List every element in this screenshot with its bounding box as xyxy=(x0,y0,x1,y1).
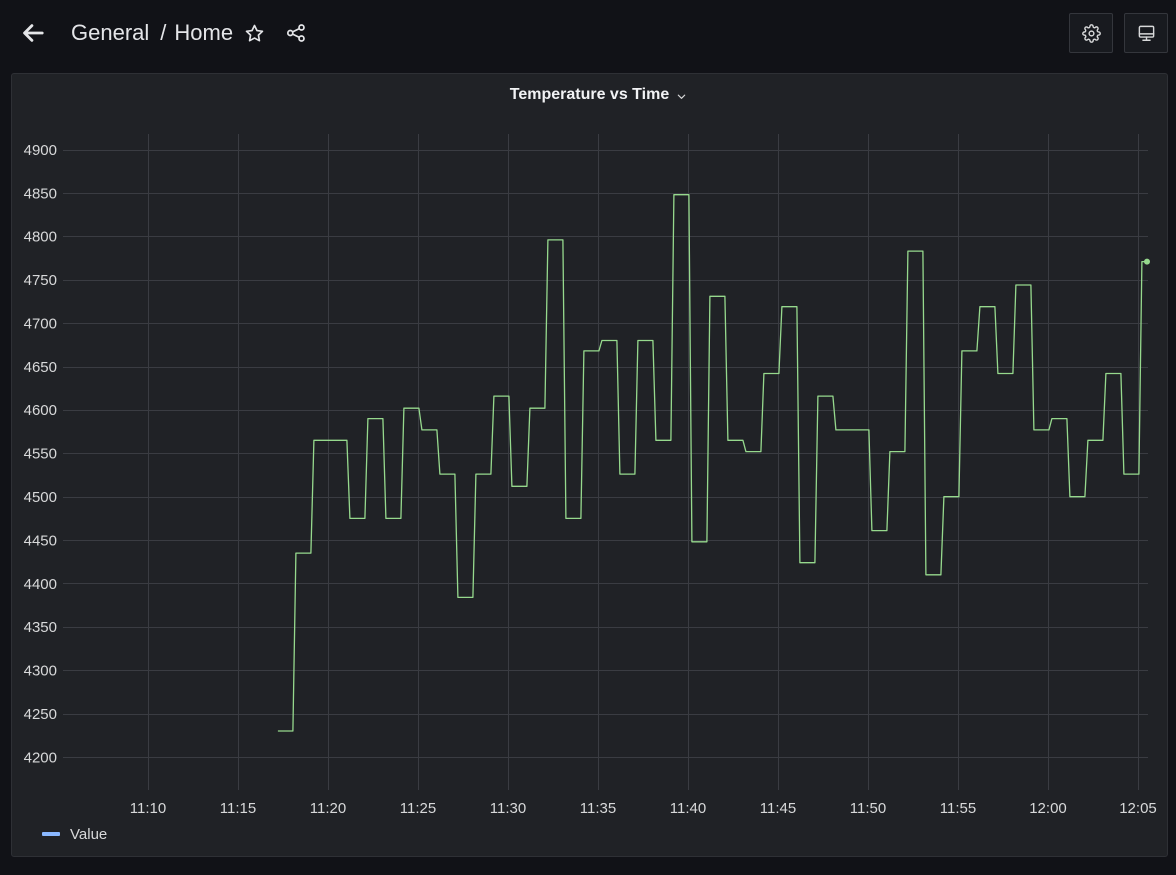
x-tick-label: 11:30 xyxy=(490,800,526,817)
x-tick-label: 12:05 xyxy=(1119,800,1157,817)
y-tick-label: 4600 xyxy=(24,402,57,419)
temperature-line-chart: 4200 4250 4300 4350 4400 4450 4500 4550 4600 4650… xyxy=(24,134,1157,817)
y-tick-label: 4800 xyxy=(24,229,57,246)
y-tick-label: 4900 xyxy=(24,142,57,159)
y-tick-label: 4500 xyxy=(24,489,57,506)
x-tick-label: 11:35 xyxy=(580,800,616,817)
breadcrumb-separator: / xyxy=(160,20,167,45)
dashboard-nav-bar: General / Home xyxy=(0,0,1176,66)
y-tick-label: 4200 xyxy=(24,749,57,766)
y-tick-label: 4250 xyxy=(24,706,57,723)
dashboard-settings-button[interactable] xyxy=(1069,13,1113,53)
y-tick-label: 4550 xyxy=(24,446,57,463)
y-tick-label: 4700 xyxy=(24,316,57,333)
legend-item-value[interactable]: Value xyxy=(42,824,107,844)
share-dashboard-button[interactable] xyxy=(284,21,308,45)
last-value-point xyxy=(1144,258,1150,265)
breadcrumb: General / Home xyxy=(71,18,233,48)
x-tick-label: 11:50 xyxy=(850,800,886,817)
y-axis: 4200 4250 4300 4350 4400 4450 4500 4550 4600 4650… xyxy=(24,142,57,766)
breadcrumb-folder-link[interactable]: General xyxy=(71,20,149,45)
dashboard-title: Home xyxy=(174,20,234,45)
view-mode-button[interactable] xyxy=(1124,13,1168,53)
gear-icon xyxy=(1081,23,1101,43)
x-tick-label: 11:55 xyxy=(940,800,976,817)
y-tick-label: 4450 xyxy=(24,532,57,549)
legend-label: Value xyxy=(70,825,108,843)
y-tick-label: 4750 xyxy=(24,272,57,289)
x-axis: 11:10 11:15 11:20 11:25 11:30 11:35 11:40 11:45… xyxy=(130,800,1157,817)
star-dashboard-button[interactable] xyxy=(242,21,266,45)
monitor-icon xyxy=(1137,24,1156,43)
x-tick-label: 11:40 xyxy=(670,800,706,817)
grid xyxy=(63,134,1148,790)
back-button[interactable] xyxy=(19,19,47,47)
star-icon xyxy=(244,23,265,44)
y-tick-label: 4300 xyxy=(24,663,57,680)
x-tick-label: 12:00 xyxy=(1029,800,1067,817)
y-tick-label: 4650 xyxy=(24,359,57,376)
y-tick-label: 4400 xyxy=(24,576,57,593)
graph-panel: Temperature vs Time 4200 4250 4300 4350 4400… xyxy=(11,73,1168,857)
legend-swatch xyxy=(42,832,60,836)
series-line-value xyxy=(277,194,1147,732)
x-tick-label: 11:45 xyxy=(760,800,796,817)
x-tick-label: 11:20 xyxy=(310,800,346,817)
x-tick-label: 11:15 xyxy=(220,800,256,817)
x-tick-label: 11:10 xyxy=(130,800,166,817)
arrow-left-icon xyxy=(20,20,46,46)
x-tick-label: 11:25 xyxy=(400,800,436,817)
y-tick-label: 4350 xyxy=(24,619,57,636)
y-tick-label: 4850 xyxy=(24,185,57,202)
share-icon xyxy=(285,22,307,44)
